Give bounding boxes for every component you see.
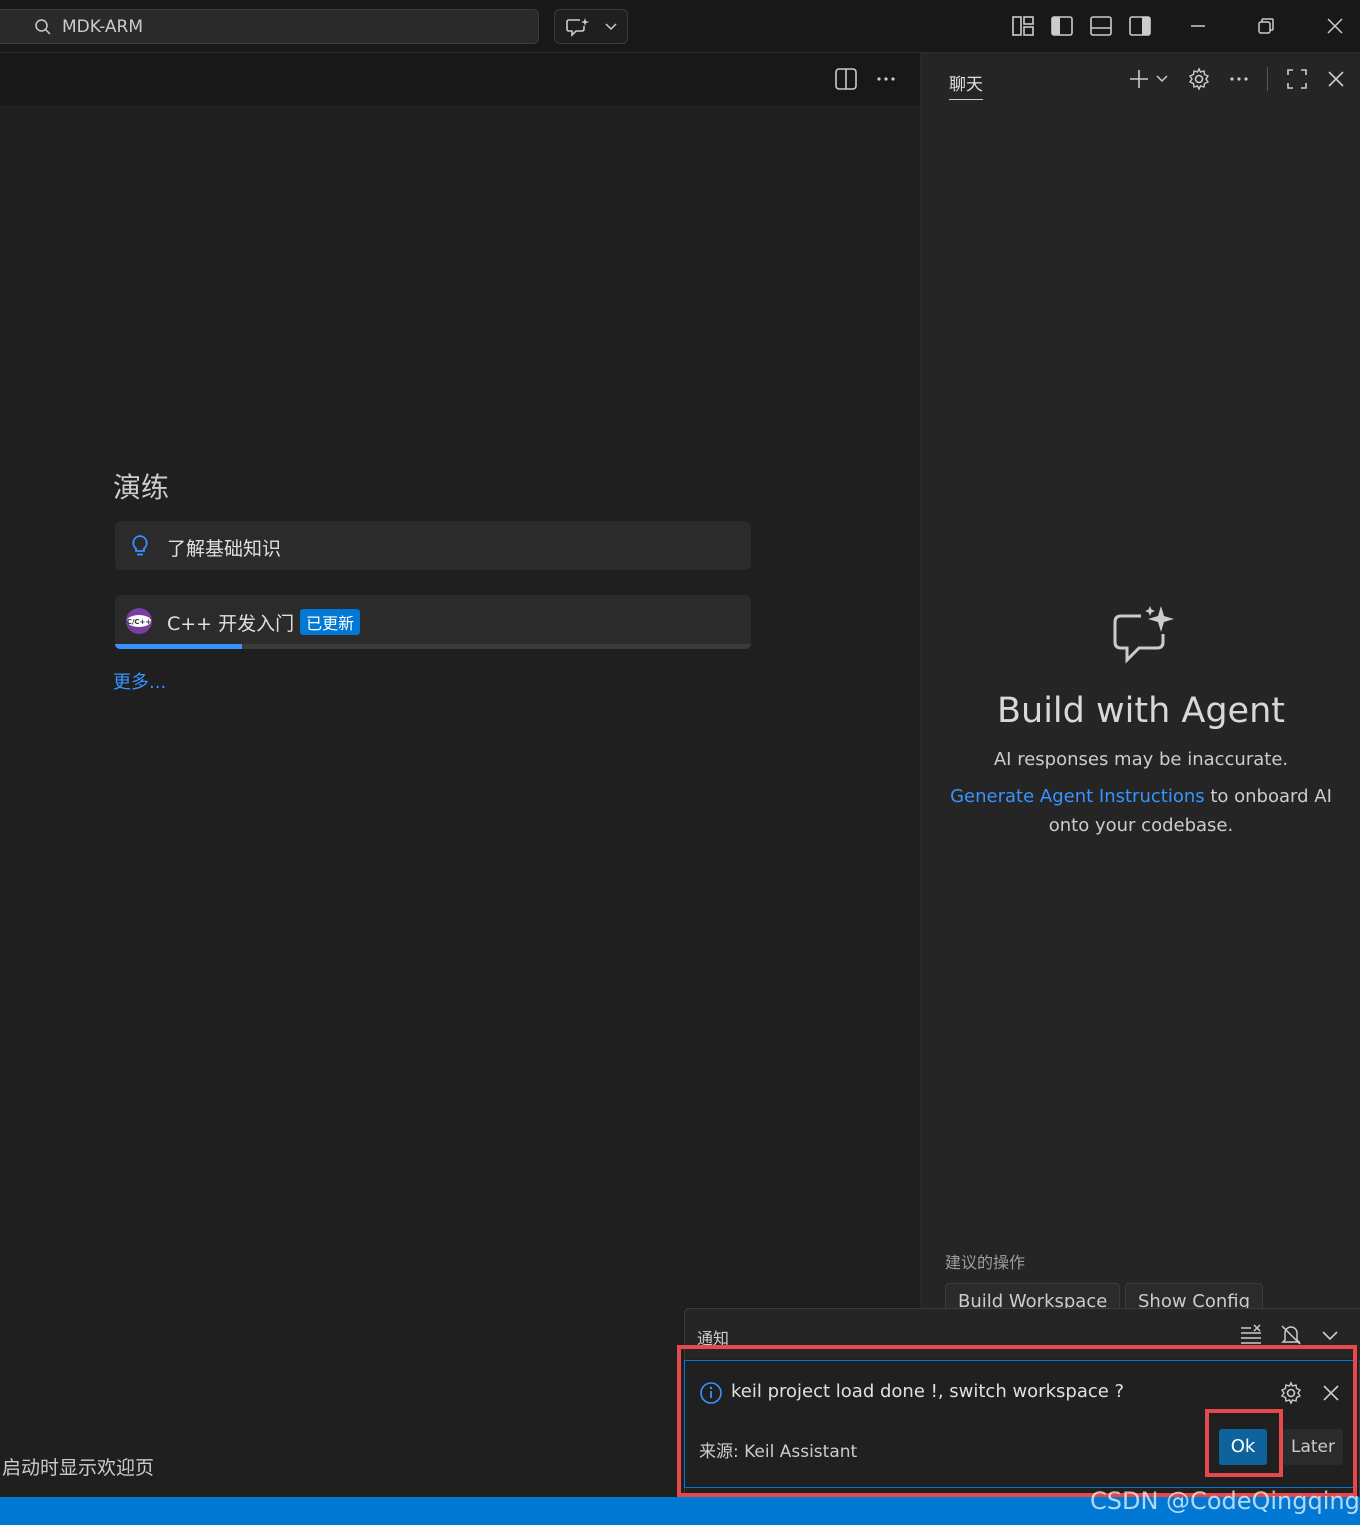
walkthrough-item-label: C++ 开发入门 已更新	[167, 609, 361, 636]
watermark: CSDN @CodeQingqing	[1090, 1487, 1360, 1515]
more-walkthroughs-link[interactable]: 更多...	[113, 668, 166, 694]
editor-tab-bar	[0, 53, 920, 105]
toggle-panel-icon[interactable]	[1088, 13, 1114, 39]
chevron-down-icon[interactable]	[1318, 1323, 1342, 1347]
svg-text:C/C++: C/C++	[127, 618, 152, 626]
copilot-chat-icon	[566, 18, 589, 37]
maximize-icon[interactable]	[1285, 67, 1309, 91]
search-icon	[35, 19, 51, 35]
do-not-disturb-bell-icon[interactable]	[1279, 1323, 1303, 1347]
agent-sparkle-chat-icon	[1113, 606, 1174, 664]
chat-tab[interactable]: 聊天	[949, 70, 983, 100]
toggle-secondary-sidebar-icon[interactable]	[1127, 13, 1153, 39]
lightbulb-icon	[132, 535, 148, 556]
gear-icon[interactable]	[1187, 67, 1211, 91]
title-bar: MDK-ARM	[0, 0, 1360, 53]
agent-subtitle: AI responses may be inaccurate.	[993, 749, 1289, 770]
search-text: MDK-ARM	[62, 17, 143, 37]
walkthrough-item-label: 了解基础知识	[167, 538, 282, 560]
walkthrough-item-cpp[interactable]: C/C++ C++ 开发入门 已更新	[115, 595, 751, 649]
walkthrough-progress-fill	[115, 644, 243, 649]
agent-title: Build with Agent	[997, 691, 1285, 731]
generate-agent-instructions-link[interactable]: Generate Agent Instructions	[950, 786, 1205, 807]
restore-icon[interactable]	[1253, 13, 1279, 39]
walkthrough-title: 演练	[113, 471, 170, 504]
more-actions-icon[interactable]	[1227, 67, 1251, 91]
cpp-label-text: C++ 开发入门	[167, 613, 295, 635]
annotation-highlight-ok	[1205, 1409, 1283, 1477]
cpp-icon: C/C++	[126, 608, 152, 634]
show-welcome-on-startup-label[interactable]: 启动时显示欢迎页	[2, 1453, 154, 1480]
close-icon[interactable]	[1324, 67, 1348, 91]
updated-badge: 已更新	[300, 609, 361, 635]
welcome-editor	[0, 105, 920, 1497]
suggested-actions-title: 建议的操作	[945, 1253, 1026, 1272]
walkthrough-item-basics[interactable]: 了解基础知识	[115, 521, 751, 570]
chevron-down-icon	[605, 23, 617, 31]
clear-all-notifications-icon[interactable]	[1239, 1323, 1263, 1347]
new-chat-icon[interactable]	[1127, 67, 1151, 91]
command-center-search[interactable]: MDK-ARM	[0, 9, 539, 44]
copilot-chat-button[interactable]	[554, 9, 628, 44]
close-icon[interactable]	[1322, 13, 1348, 39]
agent-instructions-text: Generate Agent Instructions to onboard A…	[921, 782, 1360, 840]
chevron-down-icon[interactable]	[1155, 67, 1169, 91]
chat-panel: 聊天 Build with Agent AI responses may be …	[920, 53, 1360, 1497]
agent-instructions-line3: onto your codebase.	[1048, 815, 1234, 836]
customize-layout-icon[interactable]	[1010, 13, 1036, 39]
more-actions-icon[interactable]	[874, 67, 898, 91]
header-divider	[1267, 67, 1268, 91]
minimize-icon[interactable]	[1185, 13, 1211, 39]
split-editor-icon[interactable]	[834, 67, 858, 91]
walkthrough-progress	[115, 644, 751, 649]
toggle-primary-sidebar-icon[interactable]	[1049, 13, 1075, 39]
agent-instructions-rest: to onboard AI	[1204, 786, 1332, 807]
